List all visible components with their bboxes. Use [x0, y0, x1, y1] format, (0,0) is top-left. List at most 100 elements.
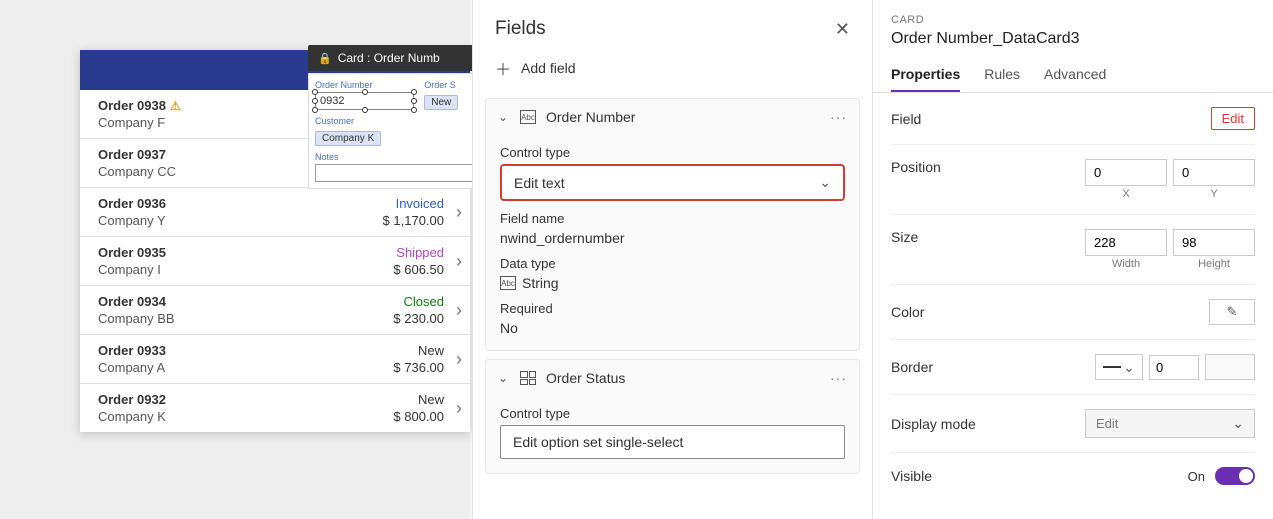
- tab-advanced[interactable]: Advanced: [1044, 58, 1106, 92]
- label-height: Height: [1173, 258, 1255, 270]
- order-title: Order 0936: [98, 196, 166, 211]
- more-icon[interactable]: ···: [830, 109, 847, 125]
- order-number-input-selected[interactable]: 0932: [315, 92, 414, 110]
- prop-row-size: Size Width Height: [891, 215, 1255, 285]
- plus-icon: ＋: [495, 56, 511, 80]
- field-card-order-number: ⌄ Abc Order Number ··· Control type Edit…: [485, 98, 860, 351]
- prop-label-field: Field: [891, 111, 921, 127]
- field-card-header[interactable]: ⌄ Order Status ···: [486, 360, 859, 396]
- resize-handle[interactable]: [312, 98, 318, 104]
- order-item[interactable]: Order 0935Company IShipped$ 606.50›: [80, 237, 470, 286]
- order-amount: $ 230.00: [393, 311, 444, 326]
- order-status: Closed: [404, 294, 444, 309]
- order-amount: $ 800.00: [393, 409, 444, 424]
- card-name: Order Number_DataCard3: [891, 30, 1255, 48]
- chevron-right-icon: ›: [456, 300, 462, 321]
- order-title: Order 0937: [98, 147, 176, 162]
- order-status: New: [418, 343, 444, 358]
- prop-label-color: Color: [891, 304, 924, 320]
- position-x-input[interactable]: [1085, 159, 1167, 186]
- tab-properties[interactable]: Properties: [891, 58, 960, 92]
- chevron-right-icon: ›: [456, 398, 462, 419]
- display-mode-select[interactable]: Edit ⌄: [1085, 409, 1255, 438]
- order-item[interactable]: Order 0933Company ANew$ 736.00›: [80, 335, 470, 384]
- fields-pane-title: Fields: [495, 18, 546, 40]
- border-color-button[interactable]: [1205, 354, 1255, 380]
- prop-row-field: Field Edit: [891, 93, 1255, 145]
- fields-pane: Fields ✕ ＋ Add field ⌄ Abc Order Number …: [472, 0, 873, 519]
- position-y-input[interactable]: [1173, 159, 1255, 186]
- abc-icon: Abc: [520, 110, 536, 124]
- data-type-label: Data type: [500, 256, 845, 271]
- prop-row-visible: Visible On: [891, 453, 1255, 499]
- size-width-input[interactable]: [1085, 229, 1167, 256]
- notes-input[interactable]: [315, 164, 481, 182]
- order-amount: $ 736.00: [393, 360, 444, 375]
- lock-icon: 🔒: [318, 52, 332, 65]
- order-status: New: [418, 392, 444, 407]
- label-y: Y: [1173, 188, 1255, 200]
- order-item[interactable]: Order 0934Company BBClosed$ 230.00›: [80, 286, 470, 335]
- order-status: Invoiced: [396, 196, 444, 211]
- border-style-select[interactable]: ⌄: [1095, 354, 1143, 380]
- card-tooltip: 🔒 Card : Order Numb: [308, 45, 488, 71]
- edit-field-button[interactable]: Edit: [1211, 107, 1255, 130]
- visible-toggle[interactable]: [1215, 467, 1255, 485]
- data-type-value: String: [522, 275, 559, 291]
- chevron-down-icon: ⌄: [819, 174, 831, 191]
- display-mode-value: Edit: [1096, 416, 1118, 431]
- field-card-title: Order Status: [546, 370, 625, 386]
- customer-tag[interactable]: Company K: [315, 131, 381, 146]
- prop-row-display-mode: Display mode Edit ⌄: [891, 395, 1255, 453]
- resize-handle[interactable]: [362, 89, 368, 95]
- border-width-input[interactable]: [1149, 355, 1199, 380]
- size-height-input[interactable]: [1173, 229, 1255, 256]
- resize-handle[interactable]: [411, 107, 417, 113]
- chevron-down-icon: ⌄: [1232, 415, 1244, 432]
- card-eyebrow: CARD: [891, 14, 1255, 26]
- control-type-select[interactable]: Edit text ⌄: [500, 164, 845, 201]
- order-company: Company K: [98, 409, 166, 424]
- chevron-right-icon: ›: [456, 349, 462, 370]
- optionset-icon: [520, 371, 536, 385]
- chevron-down-icon: ⌄: [1123, 359, 1135, 376]
- prop-row-border: Border ⌄: [891, 340, 1255, 395]
- order-status: Shipped: [396, 245, 444, 260]
- order-item[interactable]: Order 0936Company YInvoiced$ 1,170.00›: [80, 188, 470, 237]
- control-type-select[interactable]: Edit option set single-select: [500, 425, 845, 459]
- prop-row-position: Position X Y: [891, 145, 1255, 215]
- resize-handle[interactable]: [411, 98, 417, 104]
- order-title: Order 0932: [98, 392, 166, 407]
- form-card-body: Order Number 0932 Order S: [308, 73, 488, 189]
- chevron-right-icon: ›: [456, 202, 462, 223]
- order-title: Order 0934: [98, 294, 175, 309]
- prop-row-color: Color ✎: [891, 285, 1255, 340]
- order-number-value: 0932: [320, 95, 344, 107]
- color-picker-button[interactable]: ✎: [1209, 299, 1255, 325]
- prop-label-border: Border: [891, 359, 933, 375]
- warning-icon: ⚠: [170, 99, 181, 113]
- control-type-value: Edit option set single-select: [513, 434, 683, 450]
- order-item[interactable]: Order 0932 Company K New $ 800.00 ›: [80, 384, 470, 432]
- order-title: Order 0938⚠: [98, 98, 181, 113]
- resize-handle[interactable]: [362, 107, 368, 113]
- add-field-button[interactable]: ＋ Add field: [473, 46, 872, 98]
- field-card-title: Order Number: [546, 109, 635, 125]
- field-card-header[interactable]: ⌄ Abc Order Number ···: [486, 99, 859, 135]
- more-icon[interactable]: ···: [830, 370, 847, 386]
- tooltip-label: Card : Order Numb: [338, 51, 440, 65]
- order-title: Order 0933: [98, 343, 166, 358]
- resize-handle[interactable]: [312, 89, 318, 95]
- tab-rules[interactable]: Rules: [984, 58, 1020, 92]
- prop-label-visible: Visible: [891, 468, 932, 484]
- order-company: Company CC: [98, 164, 176, 179]
- order-status-tag[interactable]: New: [424, 95, 458, 110]
- resize-handle[interactable]: [312, 107, 318, 113]
- close-icon[interactable]: ✕: [835, 19, 850, 40]
- order-amount: $ 606.50: [393, 262, 444, 277]
- control-type-label: Control type: [500, 406, 845, 421]
- resize-handle[interactable]: [411, 89, 417, 95]
- label-x: X: [1085, 188, 1167, 200]
- field-card-order-status: ⌄ Order Status ··· Control type Edit opt…: [485, 359, 860, 474]
- customer-label: Customer: [315, 116, 481, 126]
